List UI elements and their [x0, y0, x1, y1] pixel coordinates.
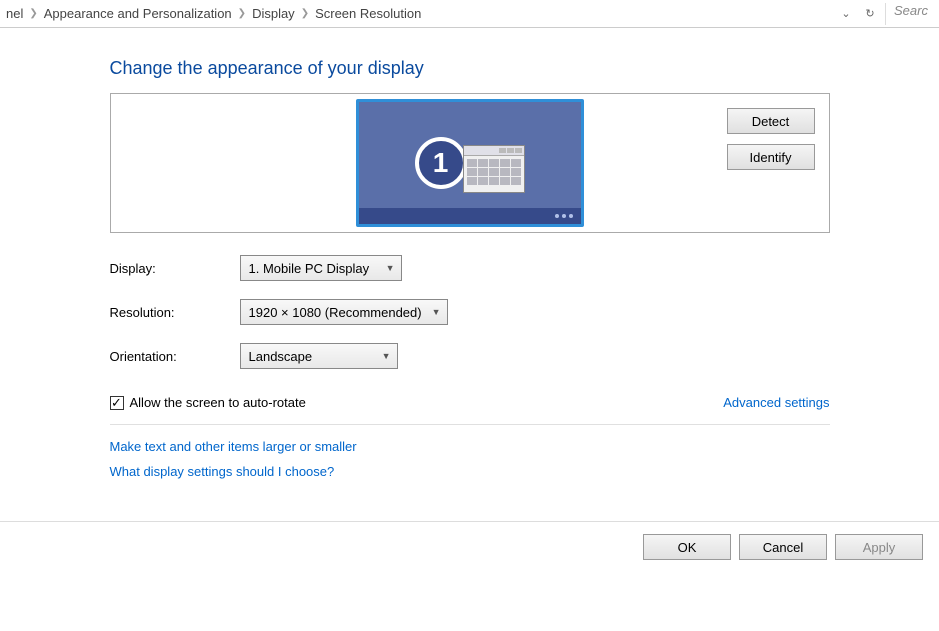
history-dropdown-icon[interactable]: ⌄ — [837, 5, 855, 23]
advanced-settings-link[interactable]: Advanced settings — [723, 395, 829, 410]
ok-button[interactable]: OK — [643, 534, 731, 560]
display-label: Display: — [110, 261, 240, 276]
checkmark-icon: ✓ — [111, 395, 122, 411]
breadcrumb-panel[interactable]: nel — [6, 6, 23, 21]
monitor-number-badge: 1 — [415, 137, 467, 189]
breadcrumb[interactable]: nel ❯ Appearance and Personalization ❯ D… — [6, 6, 833, 21]
orientation-select-value: Landscape — [249, 349, 313, 364]
chevron-down-icon: ▼ — [432, 307, 441, 317]
identify-button[interactable]: Identify — [727, 144, 815, 170]
display-select[interactable]: 1. Mobile PC Display ▼ — [240, 255, 402, 281]
chevron-down-icon: ▼ — [382, 351, 391, 361]
chevron-right-icon: ❯ — [238, 8, 246, 19]
orientation-label: Orientation: — [110, 349, 240, 364]
auto-rotate-label: Allow the screen to auto-rotate — [130, 395, 306, 410]
detect-button[interactable]: Detect — [727, 108, 815, 134]
chevron-right-icon: ❯ — [301, 8, 309, 19]
auto-rotate-checkbox[interactable]: ✓ — [110, 396, 124, 410]
breadcrumb-screen-resolution[interactable]: Screen Resolution — [315, 6, 421, 21]
text-size-link[interactable]: Make text and other items larger or smal… — [110, 439, 830, 454]
cancel-button[interactable]: Cancel — [739, 534, 827, 560]
page-title: Change the appearance of your display — [110, 58, 830, 79]
resolution-label: Resolution: — [110, 305, 240, 320]
help-link[interactable]: What display settings should I choose? — [110, 464, 830, 479]
breadcrumb-display[interactable]: Display — [252, 6, 295, 21]
resolution-select[interactable]: 1920 × 1080 (Recommended) ▼ — [240, 299, 448, 325]
dialog-buttons: OK Cancel Apply — [0, 521, 939, 572]
resolution-select-value: 1920 × 1080 (Recommended) — [249, 305, 422, 320]
orientation-select[interactable]: Landscape ▼ — [240, 343, 398, 369]
display-select-value: 1. Mobile PC Display — [249, 261, 370, 276]
display-preview-area: 1 Detect Identify — [110, 93, 830, 233]
breadcrumb-appearance[interactable]: Appearance and Personalization — [44, 6, 232, 21]
chevron-right-icon: ❯ — [29, 8, 37, 19]
address-bar: nel ❯ Appearance and Personalization ❯ D… — [0, 0, 939, 28]
apply-button[interactable]: Apply — [835, 534, 923, 560]
chevron-down-icon: ▼ — [386, 263, 395, 273]
search-input[interactable]: Searc — [885, 3, 933, 25]
monitor-preview[interactable]: 1 — [356, 99, 584, 227]
refresh-icon[interactable]: ↻ — [861, 5, 879, 23]
desktop-icon — [463, 145, 525, 193]
